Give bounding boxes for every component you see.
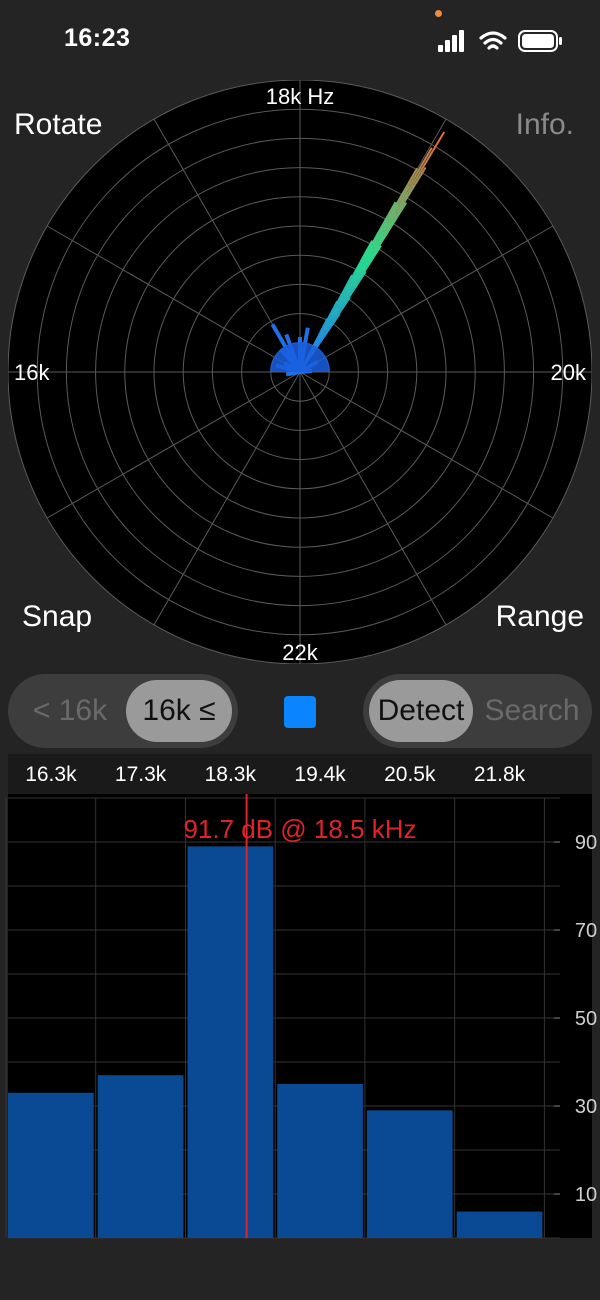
y-tick-label: 30 [575, 1096, 597, 1118]
status-bar: 16:23 [0, 0, 600, 80]
info-button[interactable]: Info. [516, 108, 574, 142]
range-option-below-16k[interactable]: < 16k [14, 680, 126, 742]
polar-label-top: 18k Hz [266, 84, 334, 109]
x-tick-label: 17.3k [115, 763, 167, 786]
polar-label-right: 20k [551, 360, 587, 385]
y-tick-label: 70 [575, 920, 597, 942]
color-indicator-swatch[interactable] [284, 696, 316, 728]
polar-label-bottom: 22k [282, 640, 318, 664]
mode-option-detect[interactable]: Detect [369, 680, 473, 742]
x-tick-label: 19.4k [294, 763, 346, 786]
range-button[interactable]: Range [496, 600, 584, 634]
snap-button[interactable]: Snap [22, 600, 92, 634]
bar-17.3k [97, 1075, 184, 1238]
peak-marker-label: 91.7 dB @ 18.5 kHz [183, 814, 416, 844]
y-tick-label: 50 [575, 1008, 597, 1030]
status-time: 16:23 [64, 24, 131, 52]
wifi-icon [479, 31, 507, 50]
recording-indicator-dot [435, 10, 442, 17]
mode-toggle: Detect Search [363, 674, 592, 748]
y-tick-label: 10 [575, 1184, 597, 1206]
bar-19.4k [277, 1084, 363, 1238]
bar-16.3k [8, 1092, 94, 1238]
polar-label-left: 16k [14, 360, 50, 385]
frequency-range-toggle: < 16k 16k ≤ [8, 674, 238, 748]
rotate-button[interactable]: Rotate [14, 108, 102, 142]
x-tick-label: 21.8k [474, 763, 526, 786]
bar-21.8k [456, 1211, 543, 1238]
cellular-signal-icon [438, 30, 464, 52]
system-icons [438, 30, 562, 52]
x-tick-label: 18.3k [205, 763, 257, 786]
polar-spectrum-display[interactable]: 18k Hz 16k 20k 22k [7, 79, 593, 665]
battery-icon [518, 30, 562, 52]
mode-option-search[interactable]: Search [477, 680, 587, 742]
range-option-16k-and-above[interactable]: 16k ≤ [126, 680, 232, 742]
spectrum-bar-chart: 16.3k 17.3k 18.3k 19.4k 20.5k 21.8k 90 70 50 30 10… [0, 754, 600, 1246]
x-tick-label: 20.5k [384, 763, 436, 786]
bar-18.3k [187, 846, 274, 1238]
bar-20.5k [366, 1110, 453, 1238]
x-tick-label: 16.3k [25, 763, 77, 786]
y-tick-label: 90 [575, 832, 597, 854]
